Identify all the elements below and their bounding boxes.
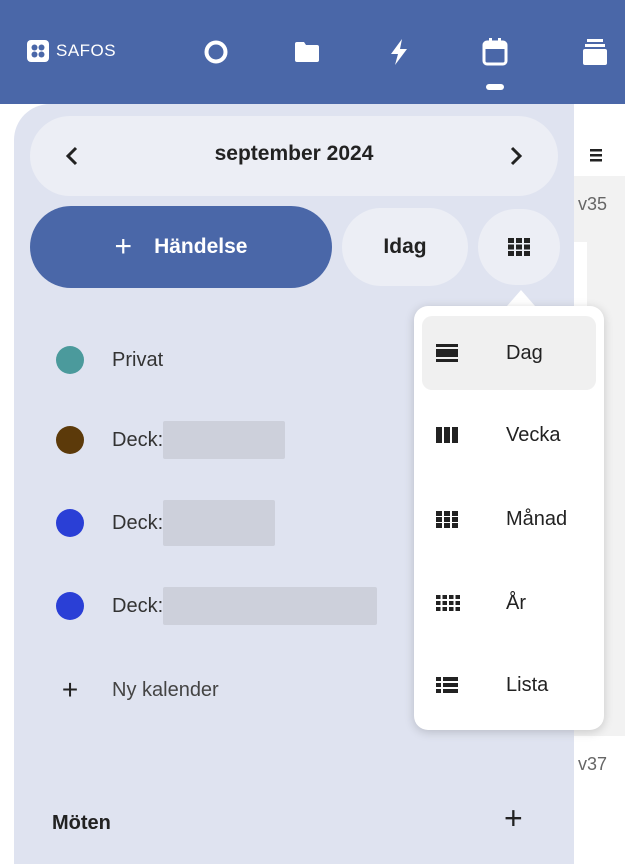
add-meeting-button[interactable]: + bbox=[504, 800, 523, 837]
calendar-color-dot bbox=[56, 592, 84, 620]
view-menu-label: Lista bbox=[506, 673, 549, 696]
files-icon[interactable] bbox=[292, 38, 322, 66]
calendar-item[interactable]: Deck: bbox=[56, 586, 378, 626]
active-app-indicator bbox=[486, 84, 504, 90]
view-menu-label: År bbox=[506, 591, 526, 614]
menu-icon[interactable] bbox=[590, 148, 602, 167]
month-navigator: september 2024 bbox=[30, 116, 558, 196]
redacted-text bbox=[163, 421, 286, 459]
new-event-button[interactable]: + Händelse bbox=[30, 206, 332, 288]
redacted-text bbox=[163, 587, 378, 625]
view-menu-item-month[interactable]: Månad bbox=[422, 482, 596, 556]
day-view-icon bbox=[436, 344, 474, 362]
chevron-right-icon[interactable] bbox=[496, 136, 536, 176]
month-view-icon bbox=[436, 510, 474, 528]
calendar-color-dot bbox=[56, 509, 84, 537]
view-menu-item-day[interactable]: Dag bbox=[422, 316, 596, 390]
calendar-item[interactable]: Deck: bbox=[56, 500, 276, 546]
week-number: v35 bbox=[578, 194, 608, 214]
week-view-icon bbox=[436, 427, 474, 443]
dashboard-icon[interactable] bbox=[201, 38, 231, 66]
view-menu-label: Vecka bbox=[506, 423, 561, 446]
new-calendar-label: Ny kalender bbox=[112, 678, 219, 701]
view-menu-label: Månad bbox=[506, 507, 568, 530]
view-menu-item-week[interactable]: Vecka bbox=[422, 398, 596, 472]
list-view-icon bbox=[436, 677, 474, 693]
year-view-icon bbox=[436, 595, 474, 611]
activity-icon[interactable] bbox=[384, 38, 414, 66]
view-switch-button[interactable] bbox=[478, 209, 560, 285]
top-app-bar: SAFOS bbox=[0, 0, 625, 104]
calendar-color-dot bbox=[56, 426, 84, 454]
calendar-icon[interactable] bbox=[480, 38, 510, 66]
plus-icon: + bbox=[114, 230, 133, 263]
calendar-item[interactable]: Privat bbox=[56, 340, 163, 380]
calendar-name: Deck: bbox=[112, 428, 164, 451]
grid-view-icon bbox=[508, 238, 530, 256]
view-menu-item-year[interactable]: År bbox=[422, 566, 596, 640]
calendar-color-dot bbox=[56, 346, 84, 374]
dropdown-caret bbox=[507, 290, 535, 306]
view-menu: Dag Vecka Månad År Lista bbox=[414, 306, 604, 730]
month-title[interactable]: september 2024 bbox=[30, 142, 558, 166]
plus-icon: + bbox=[61, 674, 79, 705]
view-menu-label: Dag bbox=[506, 341, 543, 364]
brand-logo[interactable]: SAFOS bbox=[26, 38, 116, 64]
calendar-item[interactable]: Deck: bbox=[56, 420, 286, 460]
today-label: Idag bbox=[383, 235, 427, 258]
calendar-name: Deck: bbox=[112, 594, 164, 617]
new-event-label: Händelse bbox=[154, 235, 248, 258]
new-calendar-button[interactable]: + Ny kalender bbox=[56, 674, 219, 706]
brand-name: SAFOS bbox=[56, 41, 117, 60]
week-number: v37 bbox=[578, 754, 608, 774]
meetings-section-title: Möten bbox=[52, 812, 111, 834]
today-button[interactable]: Idag bbox=[342, 208, 468, 286]
deck-icon[interactable] bbox=[580, 38, 610, 66]
calendar-name: Privat bbox=[112, 348, 164, 371]
calendar-name: Deck: bbox=[112, 511, 164, 534]
view-menu-item-list[interactable]: Lista bbox=[422, 648, 596, 722]
safos-logo-icon bbox=[27, 40, 49, 62]
redacted-text bbox=[163, 500, 276, 546]
